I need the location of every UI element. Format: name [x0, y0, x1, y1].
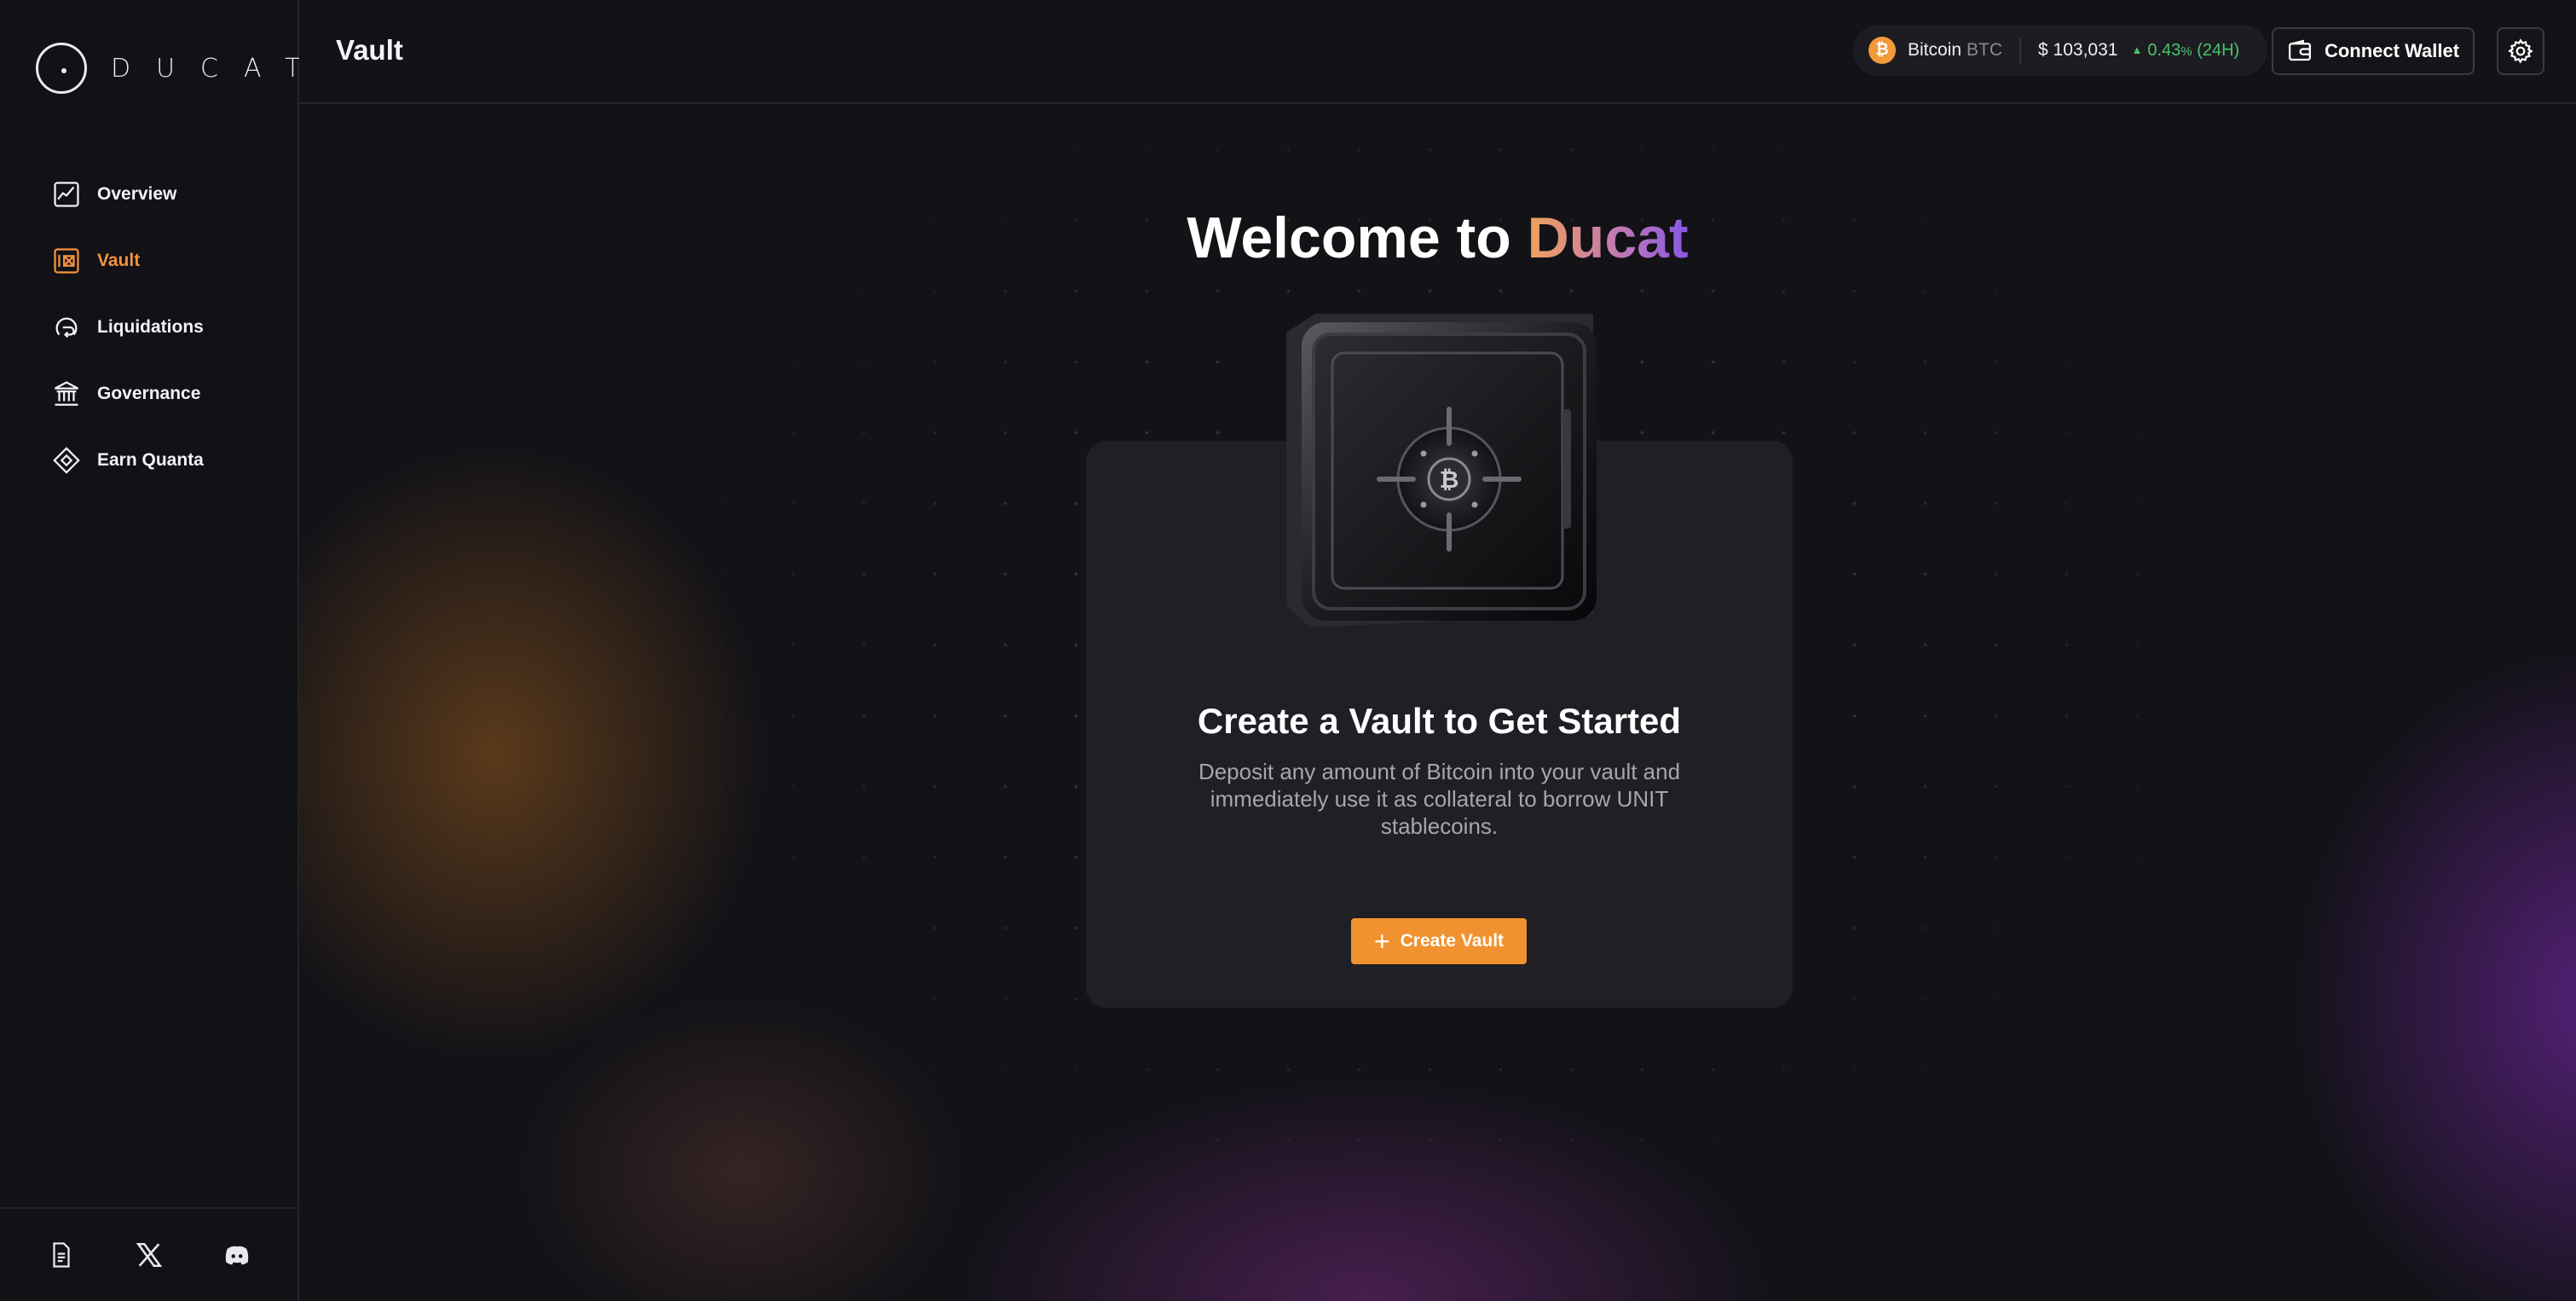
bitcoin-icon: ₿ [1868, 37, 1896, 64]
settings-button[interactable] [2497, 27, 2544, 75]
sidebar-item-earn-quanta[interactable]: Earn Quanta [51, 443, 204, 477]
sidebar-nav: Overview Vault Liquidations Governance E… [51, 177, 204, 510]
price-change-period: (24H) [2197, 40, 2240, 60]
top-header: Vault ₿ Bitcoin BTC $ 103,031 ▲ 0.43% (24… [299, 0, 2576, 104]
chart-line-icon [51, 179, 82, 210]
sidebar-item-vault[interactable]: Vault [51, 244, 204, 278]
price-change-unit: % [2180, 43, 2192, 59]
create-vault-button[interactable]: + Create Vault [1351, 918, 1527, 964]
page-title: Vault [336, 34, 403, 66]
sidebar-item-liquidations[interactable]: Liquidations [51, 310, 204, 344]
x-icon[interactable] [132, 1238, 166, 1272]
create-vault-label: Create Vault [1400, 931, 1505, 951]
welcome-prefix: Welcome to [1187, 205, 1511, 270]
plus-icon: + [1373, 926, 1390, 957]
sidebar-footer [0, 1207, 297, 1301]
main-content: Welcome to Ducat ₿ Create a Vault to Get… [299, 106, 2576, 1301]
sidebar-item-overview[interactable]: Overview [51, 177, 204, 211]
sidebar-item-label: Vault [97, 251, 141, 270]
btc-price-ticker: ₿ Bitcoin BTC $ 103,031 ▲ 0.43% (24H) [1853, 25, 2267, 76]
divider [2019, 38, 2022, 63]
diamond-icon [51, 445, 82, 476]
connect-wallet-label: Connect Wallet [2324, 40, 2460, 61]
document-icon[interactable] [44, 1238, 78, 1272]
svg-text:₿: ₿ [1440, 465, 1459, 494]
ducat-logo[interactable]: DUCAT [36, 43, 326, 94]
bank-icon [51, 379, 82, 409]
coin-price: $ 103,031 [2038, 40, 2118, 60]
sidebar-item-label: Liquidations [97, 317, 204, 337]
app-root: DUCAT Overview Vault Liquidations Govern… [0, 0, 2576, 1301]
sidebar-item-governance[interactable]: Governance [51, 377, 204, 411]
connect-wallet-button[interactable]: Connect Wallet [2272, 27, 2475, 75]
sidebar: DUCAT Overview Vault Liquidations Govern… [0, 0, 301, 1301]
price-change-value: 0.43 [2147, 40, 2181, 60]
coin-name: Bitcoin [1908, 40, 1962, 60]
sidebar-item-label: Earn Quanta [97, 450, 204, 470]
gear-icon [2508, 38, 2533, 64]
liquidations-icon [51, 312, 82, 343]
logo-wordmark: DUCAT [111, 53, 326, 84]
welcome-brand: Ducat [1527, 205, 1689, 270]
coin-ticker: BTC [1967, 40, 2003, 60]
price-change: ▲ 0.43% (24H) [2131, 41, 2239, 61]
welcome-heading: Welcome to Ducat [299, 205, 2576, 271]
logo-mark-icon [36, 43, 87, 94]
discord-icon[interactable] [220, 1238, 254, 1272]
card-title: Create a Vault to Get Started [1197, 701, 1682, 741]
vault-safe-illustration: ₿ [1286, 314, 1597, 627]
sidebar-item-label: Governance [97, 384, 201, 403]
card-description: Deposit any amount of Bitcoin into your … [1198, 759, 1681, 839]
up-triangle-icon: ▲ [2131, 43, 2143, 56]
sidebar-item-label: Overview [97, 184, 177, 204]
wallet-icon [2288, 39, 2311, 61]
vault-icon [51, 246, 82, 276]
